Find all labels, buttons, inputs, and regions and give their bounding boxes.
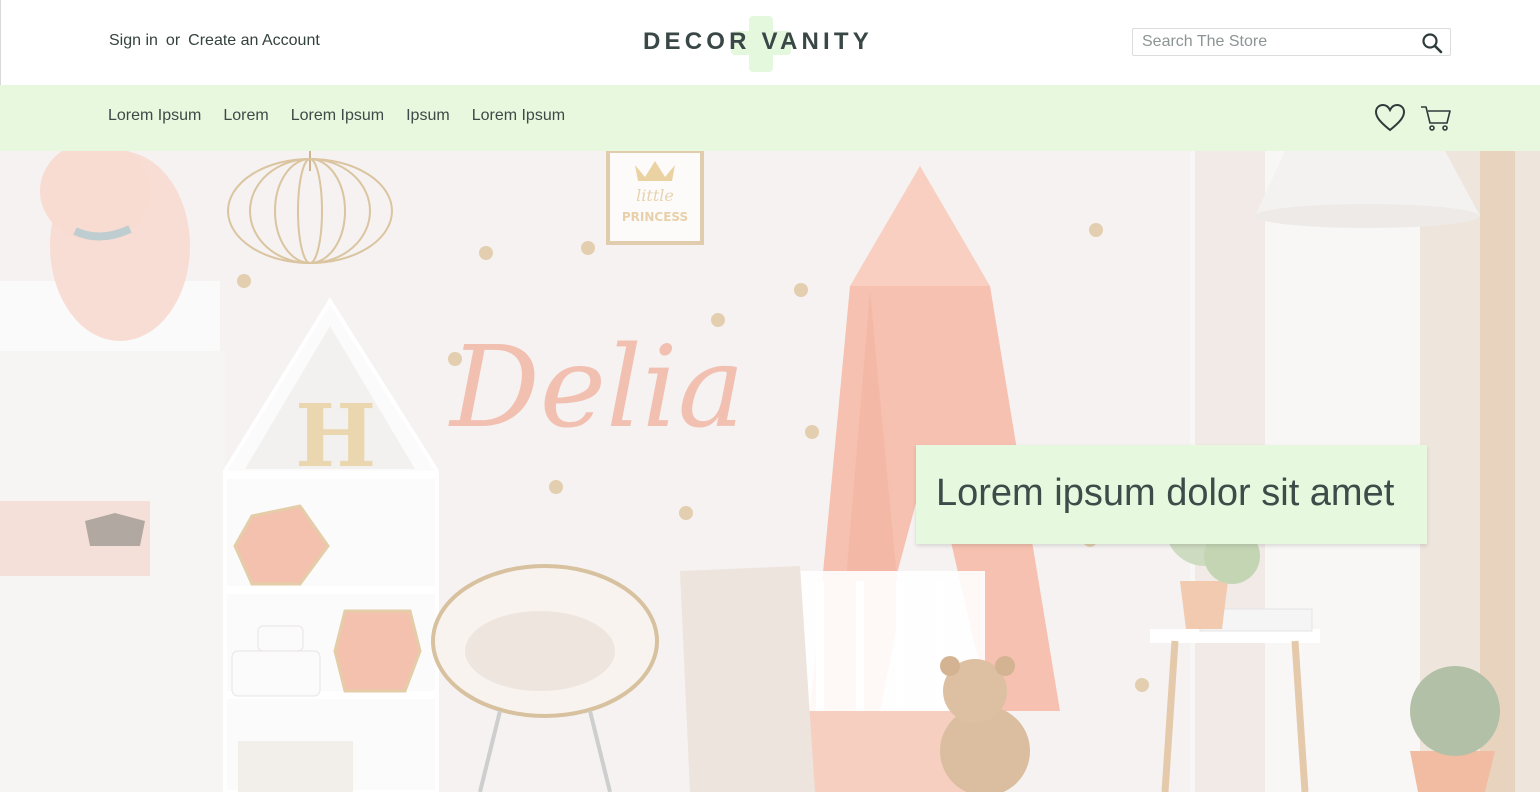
nav-icons [1374,102,1452,134]
nav-item-3[interactable]: Lorem Ipsum [291,107,384,125]
top-bar: Sign in or Create an Account DECOR VANIT… [0,0,1540,85]
hero-banner: H little PRINCESS Delia Lorem ipsum dolo… [0,151,1540,792]
search-input[interactable] [1133,29,1413,55]
nav-item-5[interactable]: Lorem Ipsum [472,107,565,125]
create-account-link[interactable]: Create an Account [188,32,320,50]
search-box [1132,28,1451,56]
nav-item-2[interactable]: Lorem [223,107,268,125]
main-nav: Lorem Ipsum Lorem Lorem Ipsum Ipsum Lore… [0,85,1540,151]
account-links: Sign in or Create an Account [109,32,320,50]
hero-caption-box: Lorem ipsum dolor sit amet [916,445,1427,544]
hero-caption: Lorem ipsum dolor sit amet [936,472,1395,514]
search-icon[interactable] [1420,31,1444,55]
nav-item-4[interactable]: Ipsum [406,107,450,125]
or-text: or [165,32,181,49]
logo-text: DECOR VANITY [643,28,873,55]
cart-icon[interactable] [1420,102,1452,134]
site-logo[interactable]: DECOR VANITY [643,16,879,72]
nav-menu: Lorem Ipsum Lorem Lorem Ipsum Ipsum Lore… [108,107,565,125]
heart-icon[interactable] [1374,102,1406,134]
sign-in-link[interactable]: Sign in [109,32,158,50]
nav-item-1[interactable]: Lorem Ipsum [108,107,201,125]
